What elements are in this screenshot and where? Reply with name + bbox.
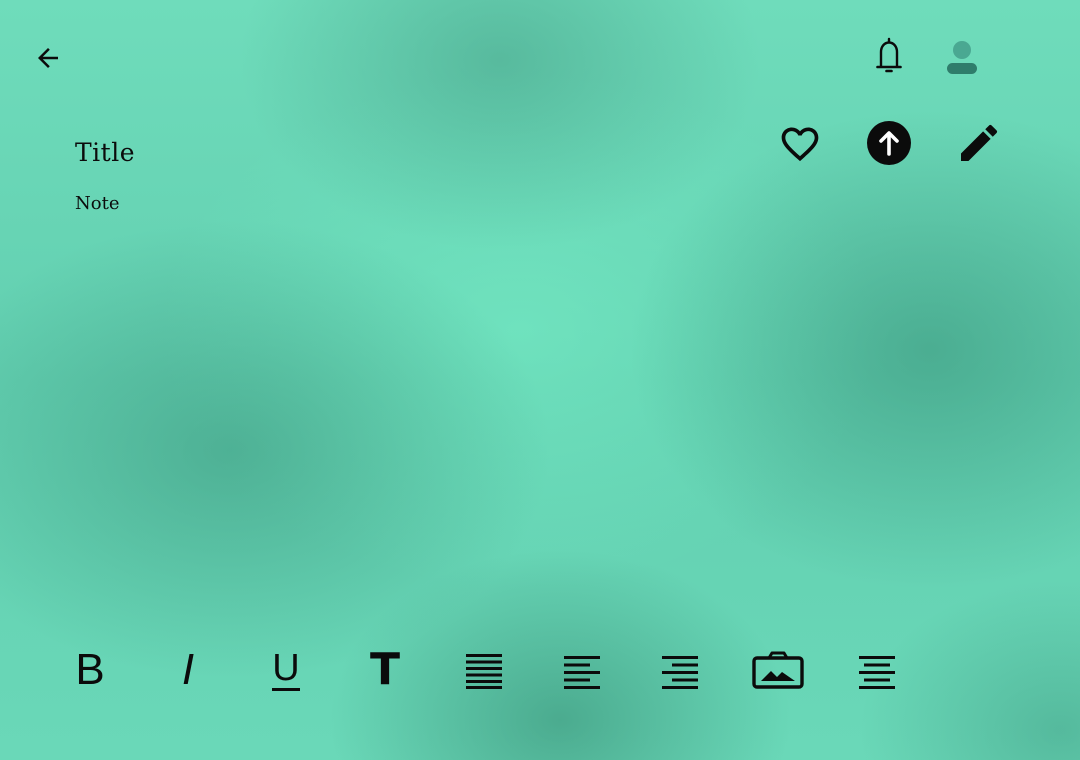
image-icon <box>752 651 804 689</box>
favorite-button[interactable] <box>774 118 826 170</box>
bold-icon: B <box>75 645 105 694</box>
align-right-icon <box>662 656 698 689</box>
align-center-button[interactable] <box>847 640 907 700</box>
back-button[interactable] <box>28 38 68 78</box>
upload-button[interactable] <box>863 117 915 169</box>
insert-image-button[interactable] <box>748 640 808 700</box>
notifications-button[interactable] <box>866 33 912 79</box>
align-right-button[interactable] <box>650 640 710 700</box>
person-icon <box>947 41 977 74</box>
avatar[interactable] <box>940 36 984 80</box>
align-justify-button[interactable] <box>454 640 514 700</box>
italic-icon: I <box>181 645 195 694</box>
underline-icon: U <box>272 647 300 691</box>
align-center-icon <box>859 656 895 689</box>
bold-button[interactable]: B <box>60 640 120 700</box>
formatting-toolbar: B I U T <box>0 640 1080 700</box>
text-size-button[interactable]: T <box>355 640 415 700</box>
italic-button[interactable]: I <box>158 640 218 700</box>
note-body[interactable]: Note <box>75 193 119 214</box>
arrow-left-icon <box>38 48 58 68</box>
align-left-button[interactable] <box>552 640 612 700</box>
pencil-icon <box>961 124 998 161</box>
align-left-icon <box>564 656 600 689</box>
note-title[interactable]: Title <box>75 138 135 167</box>
edit-button[interactable] <box>953 117 1005 169</box>
heart-outline-icon <box>781 127 819 162</box>
text-size-icon: T <box>369 644 400 695</box>
arrow-up-circle-icon <box>867 121 911 165</box>
bell-icon <box>876 37 902 73</box>
align-justify-icon <box>466 654 502 689</box>
underline-button[interactable]: U <box>256 640 316 700</box>
